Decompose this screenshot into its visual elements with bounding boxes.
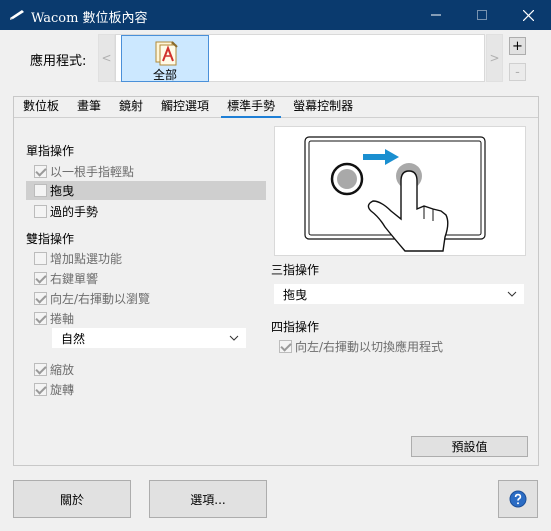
gesture-illustration [274, 126, 526, 256]
checkbox-box [34, 383, 47, 396]
tab-mapping[interactable]: 鏡射 [110, 96, 152, 117]
tab-tablet[interactable]: 數位板 [14, 96, 68, 117]
scroll-direction-select[interactable]: 自然 [52, 328, 246, 348]
applications-label: 應用程式: [30, 54, 87, 69]
checkbox-label: 縮放 [50, 363, 75, 377]
minimize-icon [431, 14, 441, 16]
single-finger-heading: 單指操作 [26, 144, 75, 158]
checkbox-label: 拖曳 [50, 184, 75, 198]
checkbox-box [34, 292, 47, 305]
scroll-checkbox[interactable]: 捲軸 [26, 309, 266, 328]
three-finger-heading: 三指操作 [271, 263, 320, 277]
maximize-icon [477, 10, 487, 20]
checkbox-box [34, 312, 47, 325]
tab-strip: 數位板 畫筆 鏡射 觸控選項 標準手勢 螢幕控制器 [14, 96, 362, 118]
select-value: 拖曳 [283, 287, 308, 302]
all-applications-icon [155, 41, 178, 66]
add-application-button[interactable]: + [509, 37, 526, 55]
app-tile-all[interactable]: 全部 [121, 35, 209, 82]
tab-onscreen-controls[interactable]: 螢幕控制器 [284, 96, 362, 117]
checkbox-box [34, 184, 47, 197]
two-finger-heading: 雙指操作 [26, 232, 75, 246]
checkbox-box [34, 363, 47, 376]
tab-pen[interactable]: 畫筆 [68, 96, 110, 117]
drag-gesture-icon [304, 136, 486, 252]
checkbox-label: 向左/右揮動以瀏覽 [50, 292, 151, 306]
app-scroll-left-button[interactable]: < [98, 34, 115, 82]
checkbox-box [34, 165, 47, 178]
application-list: 全部 [115, 34, 485, 82]
checkbox-box [34, 272, 47, 285]
help-icon [509, 490, 527, 508]
minimize-button[interactable] [413, 0, 459, 30]
add-click-checkbox[interactable]: 增加點選功能 [26, 249, 266, 268]
swipe-navigate-checkbox[interactable]: 向左/右揮動以瀏覽 [26, 289, 266, 308]
chevron-down-icon [229, 335, 239, 341]
rotate-checkbox[interactable]: 旋轉 [26, 380, 266, 399]
tab-touch-options[interactable]: 觸控選項 [152, 96, 218, 117]
about-button[interactable]: 關於 [13, 480, 131, 518]
past-gestures-checkbox[interactable]: 過的手勢 [26, 202, 266, 221]
checkbox-label: 捲軸 [50, 312, 75, 326]
tab-standard-gestures[interactable]: 標準手勢 [218, 96, 284, 118]
switch-apps-checkbox[interactable]: 向左/右揮動以切換應用程式 [271, 337, 521, 356]
four-finger-heading: 四指操作 [271, 320, 320, 334]
close-icon [522, 9, 534, 21]
checkbox-label: 右鍵單響 [50, 272, 99, 286]
title-bar: Wacom 數位板內容 [0, 0, 551, 30]
checkbox-box [279, 340, 292, 353]
maximize-button[interactable] [459, 0, 505, 30]
window-title: Wacom 數位板內容 [31, 11, 148, 26]
zoom-checkbox[interactable]: 縮放 [26, 360, 266, 379]
defaults-button[interactable]: 預設值 [411, 436, 528, 457]
checkbox-label: 增加點選功能 [50, 252, 123, 266]
remove-application-button[interactable]: - [509, 63, 526, 81]
checkbox-box [34, 205, 47, 218]
options-button[interactable]: 選項... [149, 480, 267, 518]
chevron-down-icon [507, 291, 517, 297]
checkbox-box [34, 252, 47, 265]
checkbox-label: 以一根手指輕點 [50, 165, 135, 179]
wacom-pen-icon [10, 10, 24, 20]
right-click-checkbox[interactable]: 右鍵單響 [26, 269, 266, 288]
checkbox-label: 過的手勢 [50, 205, 99, 219]
three-finger-select[interactable]: 拖曳 [274, 284, 524, 304]
help-button[interactable] [498, 480, 538, 518]
select-value: 自然 [61, 331, 86, 346]
checkbox-label: 旋轉 [50, 383, 75, 397]
checkbox-label: 向左/右揮動以切換應用程式 [295, 340, 444, 354]
drag-checkbox[interactable]: 拖曳 [26, 181, 266, 200]
app-scroll-right-button[interactable]: > [486, 34, 503, 82]
close-button[interactable] [505, 0, 551, 30]
app-tile-label: 全部 [152, 68, 177, 82]
tap-one-finger-checkbox[interactable]: 以一根手指輕點 [26, 162, 266, 181]
